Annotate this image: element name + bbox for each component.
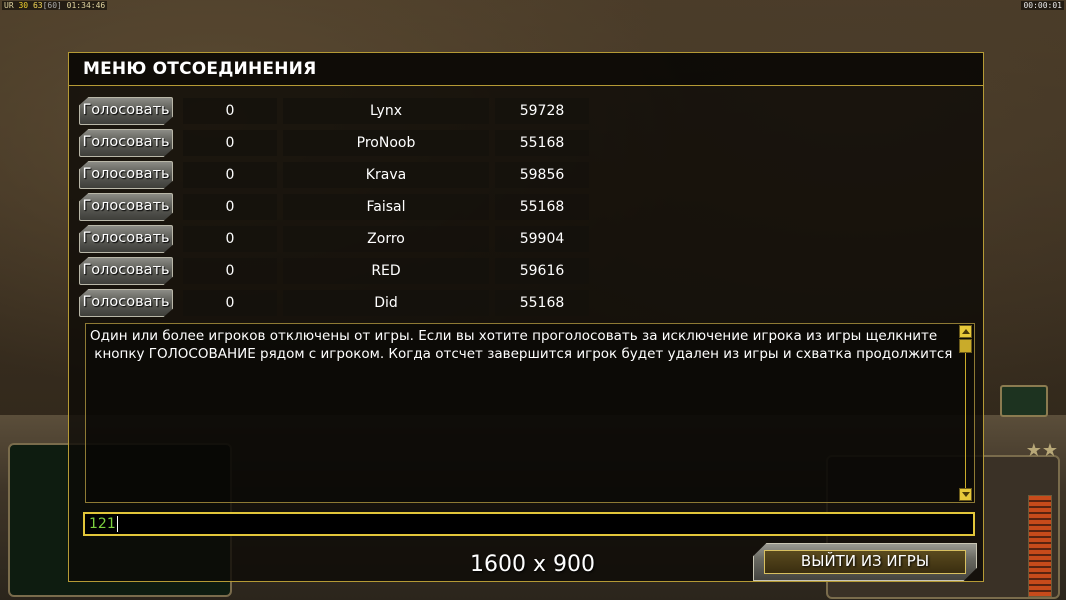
vote-button-label: Голосовать	[82, 230, 170, 246]
dialog-title: МЕНЮ ОТСОЕДИНЕНИЯ	[83, 59, 317, 79]
player-id: 55168	[495, 130, 589, 156]
message-line-2: кнопку ГОЛОСОВАНИЕ рядом с игроком. Когд…	[90, 346, 953, 362]
vote-button-label: Голосовать	[82, 166, 170, 182]
rank-stars-icon: ★★	[1025, 440, 1058, 461]
player-name: Lynx	[283, 98, 489, 124]
quit-game-button[interactable]: ВЫЙТИ ИЗ ИГРЫ	[753, 543, 977, 581]
vote-count: 0	[183, 258, 277, 284]
fps-value-a: 30	[18, 1, 29, 10]
player-name: ProNoob	[283, 130, 489, 156]
vote-button-label: Голосовать	[82, 102, 170, 118]
scroll-down-icon[interactable]	[959, 488, 972, 501]
player-list: Голосовать 0 Lynx 59728 Голосовать 0 Pro…	[77, 95, 589, 319]
player-id: 59728	[495, 98, 589, 124]
vote-button[interactable]: Голосовать	[79, 193, 173, 221]
vote-count: 0	[183, 98, 277, 124]
vote-count: 0	[183, 130, 277, 156]
player-name: Faisal	[283, 194, 489, 220]
text-caret	[116, 516, 118, 532]
vote-count: 0	[183, 162, 277, 188]
chat-input-value: 121	[89, 516, 116, 532]
player-row: Голосовать 0 Zorro 59904	[77, 223, 589, 255]
scroll-track	[965, 353, 966, 488]
player-name: Did	[283, 290, 489, 316]
player-row: Голосовать 0 Did 55168	[77, 287, 589, 319]
message-line-1: Один или более игроков отключены от игры…	[90, 328, 938, 344]
player-row: Голосовать 0 RED 59616	[77, 255, 589, 287]
vote-button-label: Голосовать	[82, 198, 170, 214]
player-row: Голосовать 0 Faisal 55168	[77, 191, 589, 223]
player-name: Krava	[283, 162, 489, 188]
vote-button[interactable]: Голосовать	[79, 97, 173, 125]
chat-input[interactable]: 121	[83, 512, 975, 536]
quit-button-label: ВЫЙТИ ИЗ ИГРЫ	[800, 552, 930, 570]
fps-counter: UR 30 63[60] 01:34:46	[2, 1, 108, 10]
vote-button[interactable]: Голосовать	[79, 129, 173, 157]
message-text: Один или более игроков отключены от игры…	[90, 327, 953, 363]
vote-count: 0	[183, 194, 277, 220]
vote-count: 0	[183, 290, 277, 316]
power-meter	[1028, 495, 1052, 597]
vote-button[interactable]: Голосовать	[79, 289, 173, 317]
fps-label: UR	[4, 1, 14, 10]
scroll-up-icon[interactable]	[959, 325, 972, 338]
game-time: 01:34:46	[66, 1, 106, 10]
player-row: Голосовать 0 Krava 59856	[77, 159, 589, 191]
vote-button[interactable]: Голосовать	[79, 161, 173, 189]
player-name: Zorro	[283, 226, 489, 252]
scroll-thumb[interactable]	[959, 339, 972, 353]
vote-button-label: Голосовать	[82, 294, 170, 310]
message-scrollbar[interactable]	[959, 325, 973, 501]
dialog-header: МЕНЮ ОТСОЕДИНЕНИЯ	[69, 53, 983, 86]
player-id: 55168	[495, 194, 589, 220]
resolution-watermark: 1600 x 900	[470, 552, 595, 577]
player-id: 59856	[495, 162, 589, 188]
fps-value-c: [60]	[42, 1, 62, 10]
player-id: 59904	[495, 226, 589, 252]
fps-value-b: 63	[32, 1, 43, 10]
player-id: 55168	[495, 290, 589, 316]
vote-count: 0	[183, 226, 277, 252]
timer: 00:00:01	[1021, 1, 1064, 10]
vote-button-label: Голосовать	[82, 134, 170, 150]
vote-button[interactable]: Голосовать	[79, 225, 173, 253]
radar-icon	[1000, 385, 1048, 417]
player-row: Голосовать 0 ProNoob 55168	[77, 127, 589, 159]
player-id: 59616	[495, 258, 589, 284]
player-name: RED	[283, 258, 489, 284]
disconnect-menu: МЕНЮ ОТСОЕДИНЕНИЯ Голосовать 0 Lynx 5972…	[68, 52, 984, 582]
message-box: Один или более игроков отключены от игры…	[85, 323, 975, 503]
vote-button[interactable]: Голосовать	[79, 257, 173, 285]
player-row: Голосовать 0 Lynx 59728	[77, 95, 589, 127]
vote-button-label: Голосовать	[82, 262, 170, 278]
